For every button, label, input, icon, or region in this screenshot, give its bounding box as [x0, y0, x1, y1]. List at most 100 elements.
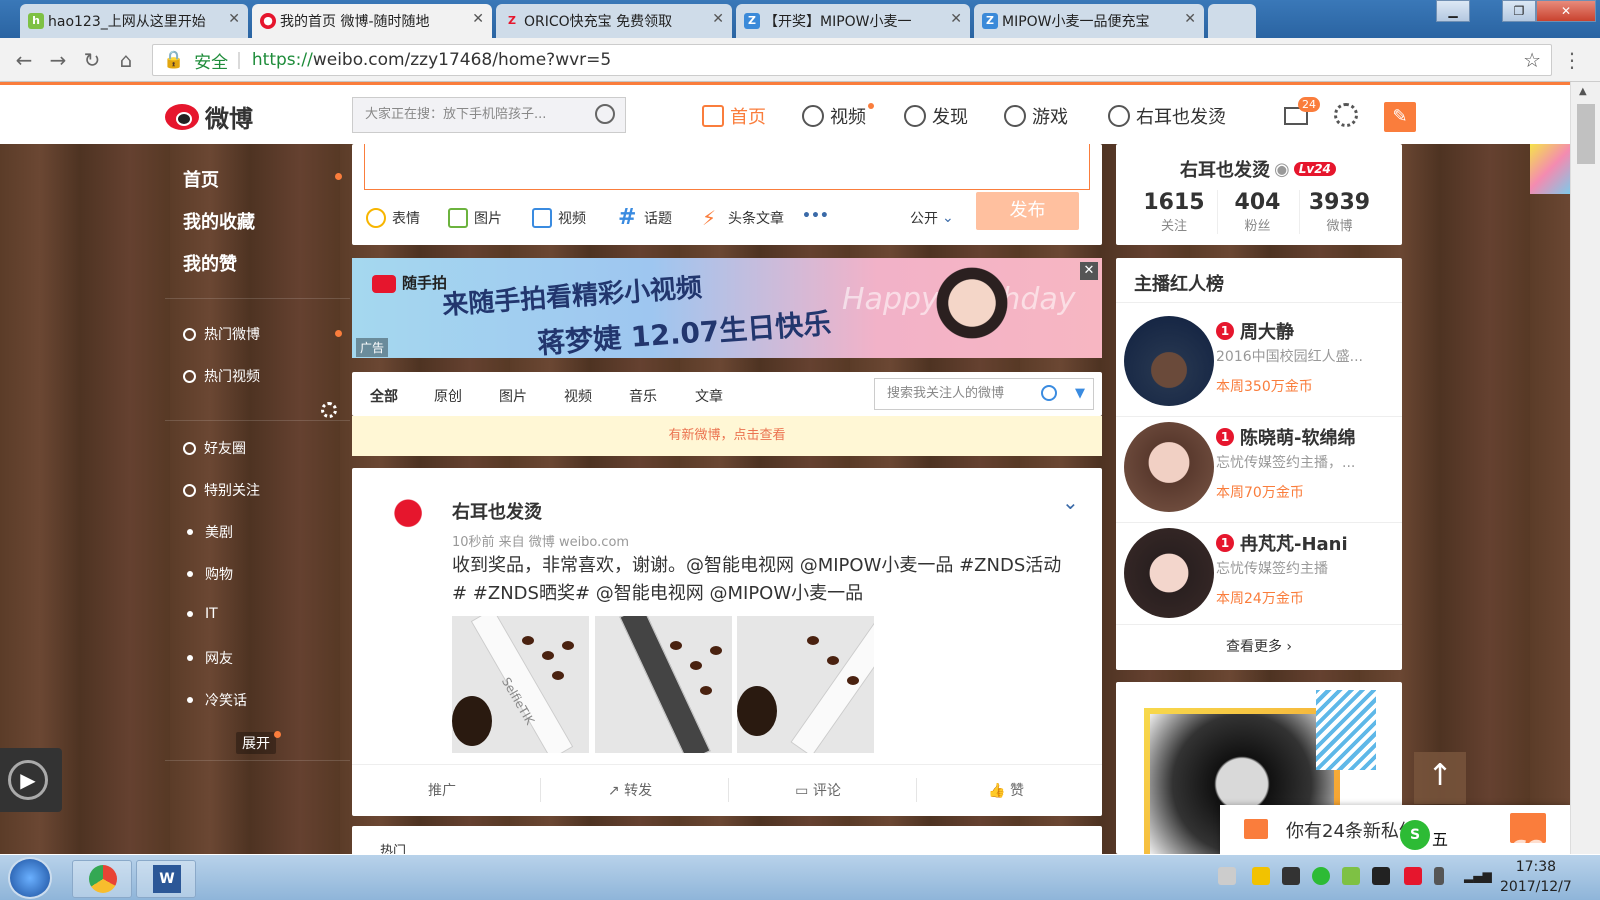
- antivirus-icon[interactable]: [1404, 867, 1422, 885]
- tool-emoji[interactable]: 表情: [366, 208, 420, 228]
- start-button[interactable]: [8, 857, 52, 899]
- ime-mode[interactable]: 五: [1432, 826, 1448, 850]
- close-icon[interactable]: ✕: [1184, 11, 1196, 27]
- ad-close-button[interactable]: ✕: [1080, 262, 1098, 280]
- ranking-item[interactable]: 1 冉芃芃-Hani 忘忧传媒签约主播 本周24万金币: [1116, 522, 1402, 626]
- repost-button[interactable]: ↗ 转发: [540, 780, 720, 800]
- back-icon[interactable]: ←: [12, 48, 36, 72]
- page-scrollbar[interactable]: ▲: [1570, 82, 1600, 854]
- wifi-icon[interactable]: [1282, 867, 1300, 885]
- search-input[interactable]: 大家正在搜：放下手机陪孩子...: [352, 97, 626, 133]
- gear-icon[interactable]: [321, 402, 337, 418]
- forward-icon[interactable]: →: [46, 48, 70, 72]
- browser-tab-hao123[interactable]: h hao123_上网从这里开始 ✕: [20, 4, 248, 38]
- system-clock[interactable]: 17:38 2017/12/7: [1500, 857, 1572, 897]
- browser-tab-mipow-draw[interactable]: Z 【开奖】MIPOW小麦一 ✕: [736, 4, 970, 38]
- nav-profile[interactable]: 右耳也发烫: [1108, 103, 1226, 129]
- tab-all[interactable]: 全部: [370, 386, 398, 418]
- sidebar-item-likes[interactable]: 我的赞: [183, 250, 237, 276]
- tool-article[interactable]: ⚡ 头条文章: [702, 208, 784, 228]
- nav-games[interactable]: 游戏: [1004, 103, 1068, 129]
- gear-icon[interactable]: [1334, 103, 1358, 127]
- chevron-down-icon[interactable]: ⌄: [1062, 490, 1079, 514]
- caret-down-icon[interactable]: ▼: [1075, 379, 1085, 409]
- browser-tab-weibo[interactable]: ● 我的首页 微博-随时随地 ✕: [252, 4, 492, 38]
- sidebar-item-hot-weibo[interactable]: 热门微博: [183, 324, 260, 344]
- tab-articles[interactable]: 文章: [695, 386, 723, 406]
- maximize-button[interactable]: ❐: [1502, 0, 1536, 22]
- stat-posts[interactable]: 3939 微博: [1299, 190, 1379, 234]
- network-icon[interactable]: [1372, 867, 1390, 885]
- tab-music[interactable]: 音乐: [629, 386, 657, 406]
- sidebar-item-favorites[interactable]: 我的收藏: [183, 208, 255, 234]
- post-image[interactable]: SelfieTIK: [452, 616, 589, 753]
- stat-following[interactable]: 1615 关注: [1134, 190, 1214, 234]
- browser-tab-orico[interactable]: Z ORICO快充宝 免费领取 ✕: [496, 4, 732, 38]
- search-icon[interactable]: [1041, 385, 1057, 401]
- ime-logo-icon[interactable]: S: [1400, 820, 1430, 850]
- close-icon[interactable]: ✕: [472, 11, 484, 27]
- post-image[interactable]: [595, 616, 732, 753]
- feed-search-input[interactable]: 搜索我关注人的微博 ▼: [874, 378, 1094, 410]
- ranking-name[interactable]: 周大静: [1240, 318, 1294, 344]
- tab-images[interactable]: 图片: [499, 386, 527, 406]
- sidebar-item-tag[interactable]: 网友: [183, 648, 233, 668]
- publish-button[interactable]: 发布: [976, 192, 1079, 230]
- taskbar-chrome[interactable]: [72, 860, 132, 898]
- tab-original[interactable]: 原创: [434, 386, 462, 406]
- minimize-button[interactable]: ▁: [1436, 0, 1470, 22]
- stat-followers[interactable]: 404 粉丝: [1217, 190, 1297, 234]
- like-button[interactable]: 👍 赞: [916, 780, 1096, 800]
- nav-video[interactable]: 视频: [802, 103, 866, 129]
- shield-tray-icon[interactable]: [1252, 867, 1270, 885]
- add-tray-icon[interactable]: [1342, 867, 1360, 885]
- avatar[interactable]: [1124, 422, 1214, 512]
- scroll-up-icon[interactable]: ▲: [1579, 86, 1587, 97]
- sidebar-item-tag[interactable]: 美剧: [183, 522, 233, 542]
- visibility-select[interactable]: 公开 ⌄: [910, 208, 954, 228]
- more-tools-button[interactable]: •••: [802, 208, 829, 224]
- close-icon[interactable]: ✕: [228, 11, 240, 27]
- comment-button[interactable]: ▭ 评论: [728, 780, 908, 800]
- volume-icon[interactable]: [1434, 867, 1444, 885]
- scroll-top-button[interactable]: ↑: [1414, 752, 1466, 804]
- sidebar-item-tag[interactable]: 冷笑话: [183, 690, 247, 710]
- avatar[interactable]: [1124, 528, 1214, 618]
- play-icon[interactable]: ▶: [8, 760, 48, 800]
- ranking-item[interactable]: 1 周大静 2016中国校园红人盛... 本周350万金币: [1116, 310, 1402, 414]
- profile-name[interactable]: 右耳也发烫: [1180, 156, 1270, 182]
- wechat-icon[interactable]: [1312, 867, 1330, 885]
- home-icon[interactable]: ⌂: [114, 48, 138, 72]
- keyboard-icon[interactable]: [1218, 867, 1236, 885]
- browser-tab-mipow[interactable]: Z MIPOW小麦一品便充宝 ✕: [974, 4, 1204, 38]
- new-tab-button[interactable]: [1208, 4, 1256, 38]
- url-text[interactable]: https://weibo.com/zzy17468/home?wvr=5: [252, 50, 611, 70]
- tool-video[interactable]: 视频: [532, 208, 586, 228]
- weibo-logo[interactable]: 微博: [165, 99, 253, 134]
- star-icon[interactable]: ☆: [1523, 48, 1541, 72]
- reload-icon[interactable]: ↻: [80, 48, 104, 72]
- scrollbar-thumb[interactable]: [1577, 104, 1595, 164]
- ranking-item[interactable]: 1 陈晓萌-软绵绵 忘忧传媒签约主播，... 本周70万金币: [1116, 416, 1402, 520]
- view-more-link[interactable]: 查看更多 ›: [1116, 636, 1402, 656]
- sidebar-item-friends-circle[interactable]: 好友圈: [183, 438, 246, 458]
- taskbar-word[interactable]: W: [136, 860, 196, 898]
- nav-home[interactable]: 首页: [702, 103, 766, 129]
- menu-icon[interactable]: ⋮: [1560, 48, 1584, 72]
- sidebar-item-tag[interactable]: IT: [183, 606, 218, 622]
- tab-videos[interactable]: 视频: [564, 386, 592, 406]
- tool-topic[interactable]: # 话题: [618, 207, 672, 229]
- avatar[interactable]: [382, 490, 440, 548]
- sidebar-item-tag[interactable]: 购物: [183, 564, 233, 584]
- post-author[interactable]: 右耳也发烫: [452, 498, 542, 524]
- ranking-name[interactable]: 冉芃芃-Hani: [1240, 530, 1348, 556]
- expand-button[interactable]: 展开: [236, 732, 276, 754]
- tool-image[interactable]: 图片: [448, 208, 502, 228]
- corner-widget-icon[interactable]: [1530, 144, 1570, 194]
- avatar[interactable]: [1124, 316, 1214, 406]
- ad-banner[interactable]: 随手拍 来随手拍看精彩小视频 蒋梦婕 12.07生日快乐 Happy Birth…: [352, 258, 1102, 358]
- sidebar-item-home[interactable]: 首页: [183, 166, 219, 192]
- compose-button[interactable]: ✎: [1384, 102, 1416, 132]
- close-icon[interactable]: ✕: [950, 11, 962, 27]
- search-icon[interactable]: [595, 104, 615, 124]
